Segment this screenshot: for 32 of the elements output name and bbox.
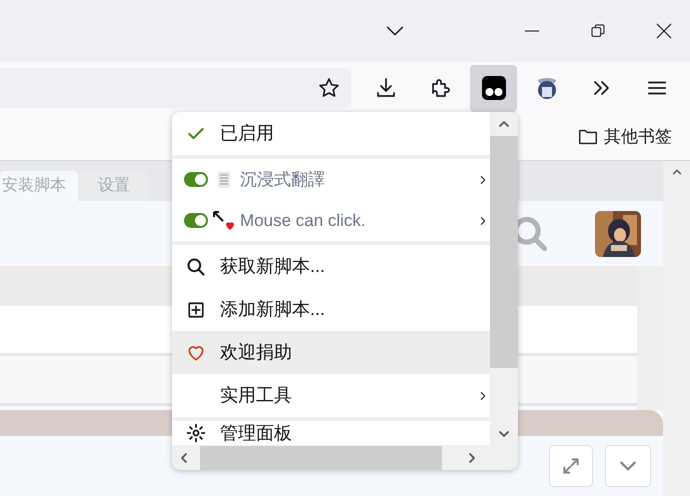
scroll-down-icon — [497, 428, 511, 440]
scroll-left-icon — [178, 451, 190, 465]
plus-square-icon — [187, 300, 205, 318]
collapse-button[interactable] — [605, 445, 651, 487]
expand-icon — [561, 456, 581, 476]
chevron-right-icon — [478, 390, 488, 402]
scroll-right-icon — [466, 451, 478, 465]
menu-item[interactable]: 欢迎捐助 — [172, 331, 490, 374]
menu-item[interactable]: 已启用 — [172, 112, 490, 155]
page-icon — [216, 170, 232, 188]
script-name[interactable]: 沉浸式翻譯 — [240, 166, 478, 192]
menu-scrollbar[interactable] — [490, 112, 518, 446]
close-icon[interactable] — [655, 22, 673, 40]
star-icon — [317, 76, 341, 100]
extension-button[interactable] — [470, 64, 517, 112]
page-scrollbar[interactable] — [663, 161, 690, 496]
figure-icon[interactable] — [535, 75, 559, 101]
download-icon[interactable] — [374, 76, 398, 100]
bookmark-folder[interactable]: 其他书签 — [576, 124, 672, 150]
search-icon — [186, 256, 206, 276]
toggle-switch[interactable] — [184, 172, 208, 187]
scroll-up-icon — [497, 118, 511, 130]
expand-button[interactable] — [549, 445, 593, 487]
chevron-right-icon — [478, 214, 488, 226]
chevron-right-icon — [478, 174, 488, 186]
scroll-up-icon — [670, 167, 682, 177]
toggle-switch[interactable] — [184, 213, 208, 228]
two-dots-icon — [480, 75, 506, 101]
cursor-heart-icon — [212, 210, 236, 232]
restore-icon[interactable] — [590, 23, 606, 39]
script-name[interactable]: Mouse can click. — [240, 208, 478, 234]
menu-item[interactable]: 管理面板 — [172, 421, 490, 445]
